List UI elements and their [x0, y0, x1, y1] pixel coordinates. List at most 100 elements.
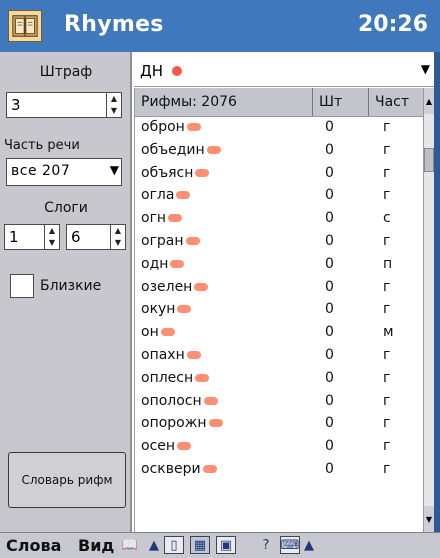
save-icon[interactable]: ▣	[216, 536, 236, 554]
help-icon[interactable]: ?	[256, 536, 276, 554]
keyboard-up-arrow-icon[interactable]: ▲	[302, 536, 316, 554]
rhyme-word: объясн	[141, 165, 210, 181]
down-arrow-icon[interactable]: ▼	[107, 105, 121, 117]
rhyme-part: г	[383, 164, 391, 181]
list-item[interactable]: огн 0 с	[135, 209, 425, 232]
penalty-arrows[interactable]: ▲ ▼	[106, 93, 121, 117]
rhyme-count: 0	[325, 369, 334, 386]
list-item[interactable]: осквери 0 г	[135, 460, 425, 483]
panel-view-icon[interactable]: ▯	[164, 536, 184, 554]
book-open-icon[interactable]: 📖	[120, 536, 140, 554]
clock[interactable]: 20:26	[358, 12, 428, 37]
syllables-from-spinner[interactable]: 1 ▲ ▼	[4, 224, 60, 250]
scroll-up-button-icon[interactable]: ▲	[144, 536, 164, 554]
close-rhymes-label[interactable]: Близкие	[40, 278, 101, 294]
list-item[interactable]: осен 0 г	[135, 437, 425, 460]
app-logo-icon[interactable]	[8, 10, 42, 42]
keyboard-icon[interactable]: ⌨	[280, 536, 300, 554]
rhyme-ending-mark	[186, 350, 201, 359]
syllables-to-arrows[interactable]: ▲ ▼	[110, 225, 125, 249]
rhyme-word: опорожн	[141, 415, 223, 431]
header-part[interactable]: Част	[369, 88, 425, 116]
rhyme-part: г	[383, 392, 391, 409]
rows: оброн 0 г объедин 0 г объясн 0 г огла 0 г огн 0 с …	[135, 118, 425, 483]
close-rhymes-checkbox[interactable]	[10, 274, 34, 298]
rhyme-count: 0	[325, 415, 334, 432]
search-input[interactable]: ДН	[140, 62, 163, 80]
part-of-speech-select[interactable]: все 207 ▼	[6, 158, 122, 186]
down-arrow-icon[interactable]: ▼	[111, 237, 125, 249]
table-view-icon[interactable]: ▦	[190, 536, 210, 554]
scroll-thumb[interactable]	[424, 148, 434, 172]
rhyme-ending-mark	[177, 305, 192, 314]
list-item[interactable]: опорожн 0 г	[135, 414, 425, 437]
rhyme-ending-mark	[186, 123, 201, 131]
header-count[interactable]: Шт	[313, 88, 369, 116]
list-item[interactable]: объясн 0 г	[135, 164, 425, 187]
rhyme-ending-mark	[170, 259, 185, 268]
list-item[interactable]: оплесн 0 г	[135, 369, 425, 392]
rhyme-word-text: огн	[141, 210, 167, 227]
rhyme-word-text: озелен	[141, 278, 193, 295]
rhyme-word-text: он	[141, 324, 159, 341]
list-item[interactable]: оброн 0 г	[135, 118, 425, 141]
rhyme-word: одн	[141, 255, 185, 272]
rhyme-count: 0	[325, 164, 334, 181]
list-item[interactable]: опахн 0 г	[135, 346, 425, 369]
penalty-label: Штраф	[39, 64, 93, 80]
chevron-down-icon[interactable]: ▼	[421, 62, 430, 76]
text-cursor	[172, 66, 182, 76]
list-item[interactable]: огран 0 г	[135, 232, 425, 255]
rhyme-count: 0	[325, 301, 334, 318]
syllables-to-value[interactable]: 6	[71, 228, 81, 246]
rhyme-word-text: объедин	[141, 141, 205, 158]
rhyme-count: 0	[325, 187, 334, 204]
rhyme-part: г	[383, 187, 391, 204]
dictionary-button[interactable]: Словарь рифм	[8, 452, 126, 508]
scroll-up-icon[interactable]: ▲	[424, 88, 434, 114]
list-item[interactable]: он 0 м	[135, 323, 425, 346]
title-bar: Rhymes 20:26	[0, 0, 440, 52]
rhymes-list[interactable]: Рифмы: 2076 Шт Част оброн 0 г объедин 0 г об…	[134, 88, 425, 532]
menu-view[interactable]: Вид	[78, 536, 114, 555]
rhyme-word: окун	[141, 301, 192, 317]
up-arrow-icon[interactable]: ▲	[45, 225, 59, 237]
scroll-down-icon[interactable]: ▼	[424, 506, 434, 532]
rhyme-word: он	[141, 324, 175, 340]
rhyme-word-text: ополосн	[141, 392, 202, 409]
rhyme-word-text: осквери	[141, 460, 201, 477]
up-arrow-icon[interactable]: ▲	[107, 93, 121, 105]
rhyme-word: оброн	[141, 119, 201, 135]
rhyme-count: 0	[325, 460, 334, 477]
rhyme-word-text: одн	[141, 255, 169, 272]
rhyme-word: ополосн	[141, 393, 218, 409]
rhyme-part: г	[383, 232, 391, 249]
rhyme-part: г	[383, 415, 391, 432]
syllables-from-value[interactable]: 1	[9, 228, 19, 246]
down-arrow-icon[interactable]: ▼	[45, 237, 59, 249]
rhyme-word-text: оплесн	[141, 369, 194, 386]
rhyme-count: 0	[325, 119, 334, 135]
list-scrollbar[interactable]: ▲ ▼	[423, 88, 434, 532]
up-arrow-icon[interactable]: ▲	[111, 225, 125, 237]
list-item[interactable]: озелен 0 г	[135, 278, 425, 301]
syllables-from-arrows[interactable]: ▲ ▼	[44, 225, 59, 249]
syllables-to-spinner[interactable]: 6 ▲ ▼	[66, 224, 126, 250]
rhyme-ending-mark	[195, 373, 210, 382]
app-title: Rhymes	[64, 12, 164, 37]
list-item[interactable]: огла 0 г	[135, 186, 425, 209]
rhyme-word: опахн	[141, 347, 201, 363]
list-item[interactable]: окун 0 г	[135, 300, 425, 323]
menu-words[interactable]: Слова	[6, 536, 61, 555]
list-item[interactable]: объедин 0 г	[135, 141, 425, 164]
penalty-value[interactable]: 3	[11, 96, 21, 114]
rhyme-ending-mark	[203, 396, 218, 405]
list-item[interactable]: ополосн 0 г	[135, 392, 425, 415]
chevron-down-icon[interactable]: ▼	[110, 163, 119, 177]
header-rhymes[interactable]: Рифмы: 2076	[135, 88, 313, 116]
penalty-spinner[interactable]: 3 ▲ ▼	[6, 92, 122, 118]
rhyme-part: г	[383, 346, 391, 363]
search-bar[interactable]: ДН ▼	[134, 56, 434, 87]
list-item[interactable]: одн 0 п	[135, 255, 425, 278]
rhyme-count: 0	[325, 210, 334, 227]
